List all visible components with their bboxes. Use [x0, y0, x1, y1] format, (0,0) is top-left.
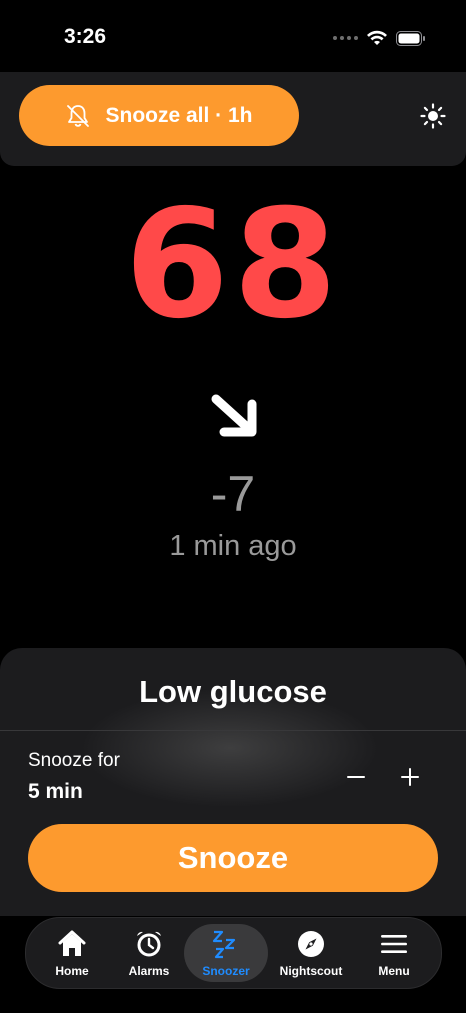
cellular-signal-icon: [333, 36, 358, 40]
tab-nightscout[interactable]: Nightscout: [269, 924, 353, 982]
tab-label: Home: [55, 964, 89, 978]
snooze-all-label: Snooze all · 1h: [105, 103, 253, 127]
zzz-icon: [210, 928, 242, 960]
alarm-title: Low glucose: [139, 674, 327, 709]
alarm-clock-icon: [133, 928, 165, 960]
tab-label: Menu: [378, 964, 410, 978]
tab-snoozer[interactable]: Snoozer: [184, 924, 268, 982]
top-panel: Snooze all · 1h: [0, 72, 466, 166]
snooze-for-value: 5 min: [28, 780, 83, 803]
decrement-button[interactable]: [345, 760, 367, 794]
tab-alarms[interactable]: Alarms: [107, 924, 191, 982]
snooze-all-button[interactable]: Snooze all · 1h: [19, 85, 299, 146]
tab-home[interactable]: Home: [30, 924, 114, 982]
sun-icon[interactable]: [420, 103, 446, 129]
glucose-value: 68: [124, 178, 342, 352]
tab-label: Snoozer: [202, 964, 250, 978]
status-bar: 3:26: [0, 0, 466, 72]
glucose-delta: -7: [210, 466, 256, 522]
snooze-for-label: Snooze for: [28, 750, 120, 771]
tab-bar: Home Alarms Snoozer Nightscout Menu: [25, 917, 442, 989]
alarm-sheet: Low glucose Snooze for 5 min Snooze: [0, 648, 466, 916]
house-icon: [56, 928, 88, 960]
divider: [0, 730, 466, 731]
snooze-button[interactable]: Snooze: [28, 824, 438, 892]
bell-slash-icon: [67, 104, 90, 127]
tab-menu[interactable]: Menu: [352, 924, 436, 982]
tab-label: Nightscout: [279, 964, 343, 978]
status-indicators: [333, 28, 426, 48]
increment-button[interactable]: [399, 766, 421, 788]
status-time: 3:26: [64, 25, 107, 48]
compass-icon: [295, 928, 327, 960]
last-updated: 1 min ago: [169, 530, 297, 562]
tab-label: Alarms: [128, 964, 170, 978]
wifi-icon: [367, 30, 387, 45]
trend-arrow-down-right-icon: [211, 394, 257, 437]
menu-icon: [378, 928, 410, 960]
battery-icon: [396, 30, 425, 46]
